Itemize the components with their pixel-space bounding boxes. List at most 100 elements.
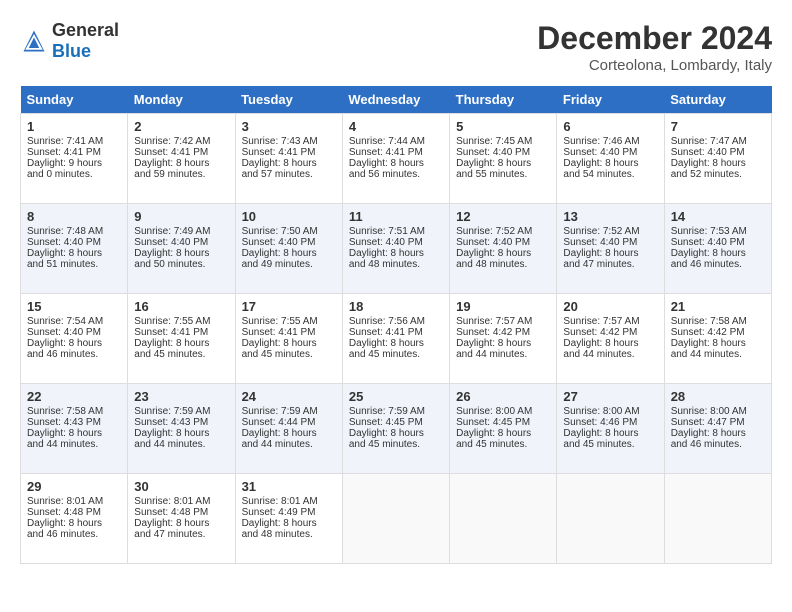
day-header-saturday: Saturday — [664, 86, 771, 114]
day-number: 15 — [27, 299, 121, 314]
daylight-text: Daylight: 8 hours and 45 minutes. — [134, 338, 228, 360]
logo-general-text: General — [52, 20, 119, 40]
calendar-cell: 24Sunrise: 7:59 AMSunset: 4:44 PMDayligh… — [235, 384, 342, 474]
sunrise-text: Sunrise: 8:00 AM — [456, 406, 550, 417]
daylight-text: Daylight: 8 hours and 50 minutes. — [134, 248, 228, 270]
calendar-cell: 18 Sunrise: 7:56 AMSunset: 4:41 PMDayligh… — [342, 294, 449, 384]
daylight-text: Daylight: 8 hours and 55 minutes. — [456, 158, 550, 180]
day-header-thursday: Thursday — [450, 86, 557, 114]
sunset-text: Sunset: 4:40 PM — [242, 237, 336, 248]
calendar-cell — [664, 474, 771, 564]
sunrise-text: Sunrise: 7:46 AM — [563, 136, 657, 147]
sunrise-text: Sunrise: 7:54 AM — [27, 316, 121, 327]
daylight-text: Daylight: 8 hours and 52 minutes. — [671, 158, 765, 180]
day-number: 1 — [27, 119, 121, 134]
daylight-text: Daylight: 8 hours and 51 minutes. — [27, 248, 121, 270]
daylight-text: Daylight: 8 hours and 44 minutes. — [563, 338, 657, 360]
daylight-text: Daylight: 8 hours and 46 minutes. — [671, 428, 765, 450]
daylight-text: Daylight: 8 hours and 44 minutes. — [242, 428, 336, 450]
sunrise-text: Sunrise: 7:56 AM — [349, 316, 443, 327]
day-number: 20 — [563, 299, 657, 314]
sunset-text: Sunset: 4:49 PM — [242, 507, 336, 518]
calendar-week-row: 29Sunrise: 8:01 AMSunset: 4:48 PMDayligh… — [21, 474, 772, 564]
calendar-cell — [342, 474, 449, 564]
calendar-cell: 28Sunrise: 8:00 AMSunset: 4:47 PMDayligh… — [664, 384, 771, 474]
calendar-cell: 22Sunrise: 7:58 AMSunset: 4:43 PMDayligh… — [21, 384, 128, 474]
calendar-cell: 19Sunrise: 7:57 AMSunset: 4:42 PMDayligh… — [450, 294, 557, 384]
calendar-cell: 2Sunrise: 7:42 AMSunset: 4:41 PMDaylight… — [128, 114, 235, 204]
day-number: 11 — [349, 209, 443, 224]
calendar-cell: 12Sunrise: 7:52 AMSunset: 4:40 PMDayligh… — [450, 204, 557, 294]
day-number: 10 — [242, 209, 336, 224]
sunset-text: Sunset: 4:41 PM — [134, 327, 228, 338]
calendar-cell: 13Sunrise: 7:52 AMSunset: 4:40 PMDayligh… — [557, 204, 664, 294]
day-header-friday: Friday — [557, 86, 664, 114]
sunset-text: Sunset: 4:45 PM — [349, 417, 443, 428]
daylight-text: Daylight: 8 hours and 45 minutes. — [563, 428, 657, 450]
sunset-text: Sunset: 4:42 PM — [456, 327, 550, 338]
calendar-cell: 16Sunrise: 7:55 AMSunset: 4:41 PMDayligh… — [128, 294, 235, 384]
day-number: 4 — [349, 119, 443, 134]
sunrise-text: Sunrise: 8:01 AM — [134, 496, 228, 507]
sunset-text: Sunset: 4:42 PM — [563, 327, 657, 338]
day-number: 21 — [671, 299, 765, 314]
daylight-text: Daylight: 8 hours and 46 minutes. — [27, 518, 121, 540]
day-number: 2 — [134, 119, 228, 134]
calendar-cell — [557, 474, 664, 564]
sunset-text: Sunset: 4:46 PM — [563, 417, 657, 428]
sunrise-text: Sunrise: 7:57 AM — [563, 316, 657, 327]
calendar-week-row: 8Sunrise: 7:48 AMSunset: 4:40 PMDaylight… — [21, 204, 772, 294]
calendar-cell: 3Sunrise: 7:43 AMSunset: 4:41 PMDaylight… — [235, 114, 342, 204]
sunrise-text: Sunrise: 7:55 AM — [242, 316, 336, 327]
sunset-text: Sunset: 4:40 PM — [349, 237, 443, 248]
sunrise-text: Sunrise: 8:00 AM — [671, 406, 765, 417]
sunset-text: Sunset: 4:40 PM — [671, 147, 765, 158]
sunset-text: Sunset: 4:41 PM — [349, 327, 443, 338]
calendar-cell: 29Sunrise: 8:01 AMSunset: 4:48 PMDayligh… — [21, 474, 128, 564]
sunset-text: Sunset: 4:41 PM — [242, 147, 336, 158]
sunrise-text: Sunrise: 7:59 AM — [349, 406, 443, 417]
daylight-text: Daylight: 8 hours and 45 minutes. — [349, 428, 443, 450]
month-title: December 2024 — [537, 20, 772, 57]
sunset-text: Sunset: 4:48 PM — [134, 507, 228, 518]
calendar-header-row: SundayMondayTuesdayWednesdayThursdayFrid… — [21, 86, 772, 114]
daylight-text: Daylight: 8 hours and 45 minutes. — [456, 428, 550, 450]
logo-blue-text: Blue — [52, 41, 91, 61]
location-title: Corteolona, Lombardy, Italy — [537, 57, 772, 74]
day-header-tuesday: Tuesday — [235, 86, 342, 114]
sunrise-text: Sunrise: 7:58 AM — [671, 316, 765, 327]
sunset-text: Sunset: 4:43 PM — [134, 417, 228, 428]
calendar-cell: 9Sunrise: 7:49 AMSunset: 4:40 PMDaylight… — [128, 204, 235, 294]
day-number: 17 — [242, 299, 336, 314]
sunrise-text: Sunrise: 8:01 AM — [27, 496, 121, 507]
calendar-cell: 5Sunrise: 7:45 AMSunset: 4:40 PMDaylight… — [450, 114, 557, 204]
calendar-cell: 11Sunrise: 7:51 AMSunset: 4:40 PMDayligh… — [342, 204, 449, 294]
day-number: 22 — [27, 389, 121, 404]
calendar-cell: 8Sunrise: 7:48 AMSunset: 4:40 PMDaylight… — [21, 204, 128, 294]
day-number: 18 — [349, 299, 443, 314]
calendar-cell: 1Sunrise: 7:41 AMSunset: 4:41 PMDaylight… — [21, 114, 128, 204]
calendar-cell — [450, 474, 557, 564]
day-number: 26 — [456, 389, 550, 404]
logo-icon — [20, 27, 48, 55]
calendar-cell: 6Sunrise: 7:46 AMSunset: 4:40 PMDaylight… — [557, 114, 664, 204]
day-number: 24 — [242, 389, 336, 404]
sunset-text: Sunset: 4:40 PM — [563, 147, 657, 158]
sunset-text: Sunset: 4:43 PM — [27, 417, 121, 428]
logo: General Blue — [20, 20, 119, 62]
calendar-week-row: 22Sunrise: 7:58 AMSunset: 4:43 PMDayligh… — [21, 384, 772, 474]
day-number: 30 — [134, 479, 228, 494]
daylight-text: Daylight: 8 hours and 49 minutes. — [242, 248, 336, 270]
daylight-text: Daylight: 8 hours and 45 minutes. — [349, 338, 443, 360]
daylight-text: Daylight: 9 hours and 0 minutes. — [27, 158, 121, 180]
calendar-week-row: 1 Sunrise: 7:41 AM Sunset: 4:41 PM Daylight… — [21, 114, 772, 204]
sunrise-text: Sunrise: 7:49 AM — [134, 226, 228, 237]
sunrise-text: Sunrise: 7:52 AM — [563, 226, 657, 237]
sunset-text: Sunset: 4:47 PM — [671, 417, 765, 428]
sunrise-text: Sunrise: 7:57 AM — [456, 316, 550, 327]
sunrise-text: Sunrise: 7:41 AM — [27, 136, 121, 147]
sunrise-text: Sunrise: 8:00 AM — [563, 406, 657, 417]
daylight-text: Daylight: 8 hours and 47 minutes. — [134, 518, 228, 540]
calendar-cell: 10Sunrise: 7:50 AMSunset: 4:40 PMDayligh… — [235, 204, 342, 294]
day-header-wednesday: Wednesday — [342, 86, 449, 114]
